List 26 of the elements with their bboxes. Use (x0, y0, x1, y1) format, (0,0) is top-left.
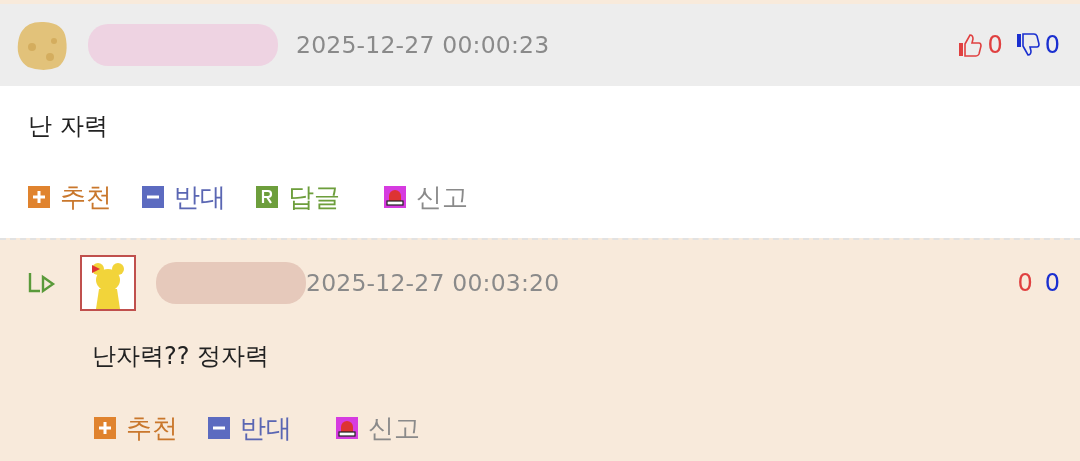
reply-arrow-icon (28, 271, 56, 295)
comment-text: 난자력?? 정자력 (92, 342, 270, 370)
siren-icon (336, 417, 358, 439)
comment-timestamp: 2025-12-27 00:03:20 (306, 269, 560, 297)
thumbs-down-icon[interactable] (1014, 32, 1041, 58)
recommend-link[interactable]: 추천 (126, 410, 178, 446)
dislike-count: 0 (1044, 31, 1060, 59)
plus-icon (94, 417, 116, 439)
comment-timestamp: 2025-12-27 00:00:23 (296, 31, 550, 59)
report-link[interactable]: 신고 (368, 410, 420, 446)
report-link[interactable]: 신고 (416, 179, 468, 215)
thumbs-up-icon[interactable] (957, 32, 984, 58)
plus-icon (28, 186, 50, 208)
oppose-link[interactable]: 반대 (174, 179, 226, 215)
comment-text: 난 자력 (28, 112, 108, 140)
oppose-link[interactable]: 반대 (240, 410, 292, 446)
minus-icon (208, 417, 230, 439)
like-count: 0 (1017, 269, 1033, 297)
minus-icon (142, 186, 164, 208)
avatar-icon (80, 255, 136, 311)
reply-icon (256, 186, 278, 208)
reply-link[interactable]: 답글 (288, 179, 340, 215)
recommend-link[interactable]: 추천 (60, 179, 112, 215)
like-count: 0 (987, 31, 1003, 59)
dislike-count: 0 (1044, 269, 1060, 297)
siren-icon (384, 186, 406, 208)
